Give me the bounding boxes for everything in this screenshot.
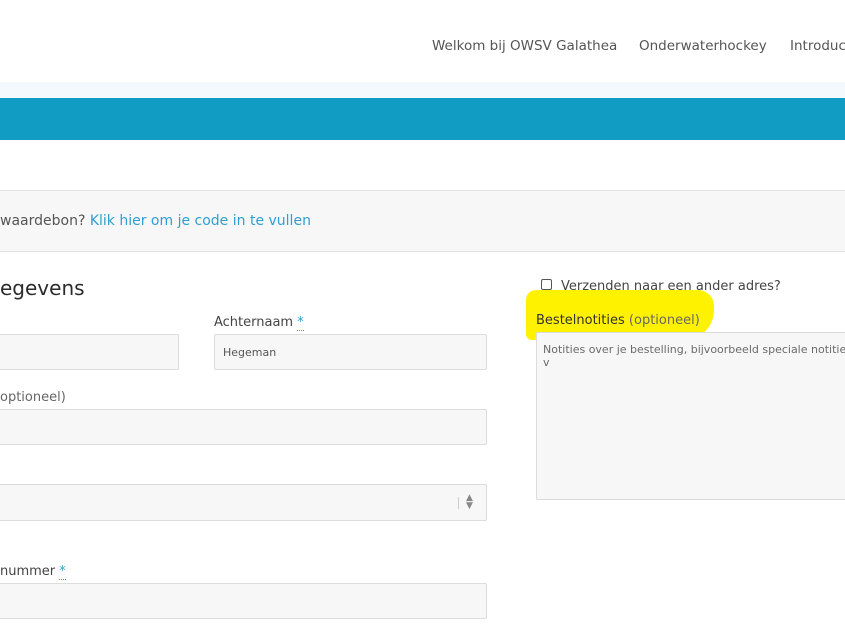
ship-different-address-checkbox[interactable] [541,279,552,290]
lastname-label: Achternaam * [214,315,304,331]
nav-item-welkom[interactable]: Welkom bij OWSV Galathea [432,38,617,54]
order-notes-label-text: Bestelnotities [536,313,625,328]
ship-different-address-label[interactable]: Verzenden naar een ander adres? [561,279,781,294]
company-optional-text: optioneel) [0,390,66,405]
billing-section-title: egevens [0,276,85,300]
phone-input[interactable] [0,583,487,619]
phone-label-text: nummer [0,564,56,579]
order-notes-textarea[interactable] [536,332,845,500]
lastname-required-marker: * [297,315,304,331]
page-banner [0,98,845,140]
company-input[interactable] [0,409,487,445]
lastname-input[interactable] [214,334,487,370]
company-label: optioneel) [0,390,66,405]
order-notes-label: Bestelnotities (optioneel) [536,313,700,328]
phone-label: nummer * [0,564,66,580]
coupon-link[interactable]: Klik hier om je code in te vullen [90,213,311,229]
coupon-notice: waardebon? Klik hier om je code in te vu… [0,190,845,252]
country-select[interactable]: ▲ ▼ [0,484,487,521]
coupon-question: waardebon? [0,213,86,229]
firstname-input[interactable] [0,334,179,370]
lastname-label-text: Achternaam [214,315,294,330]
order-notes-optional-text: (optioneel) [628,313,700,328]
phone-required-marker: * [59,564,66,580]
nav-divider-strip [0,82,845,98]
select-separator [458,497,459,509]
coupon-notice-text: waardebon? Klik hier om je code in te vu… [0,213,311,229]
chevron-down-icon: ▼ [466,501,473,511]
nav-item-onderwaterhockey[interactable]: Onderwaterhockey [639,38,767,54]
nav-item-introductie[interactable]: Introduc [790,38,845,54]
